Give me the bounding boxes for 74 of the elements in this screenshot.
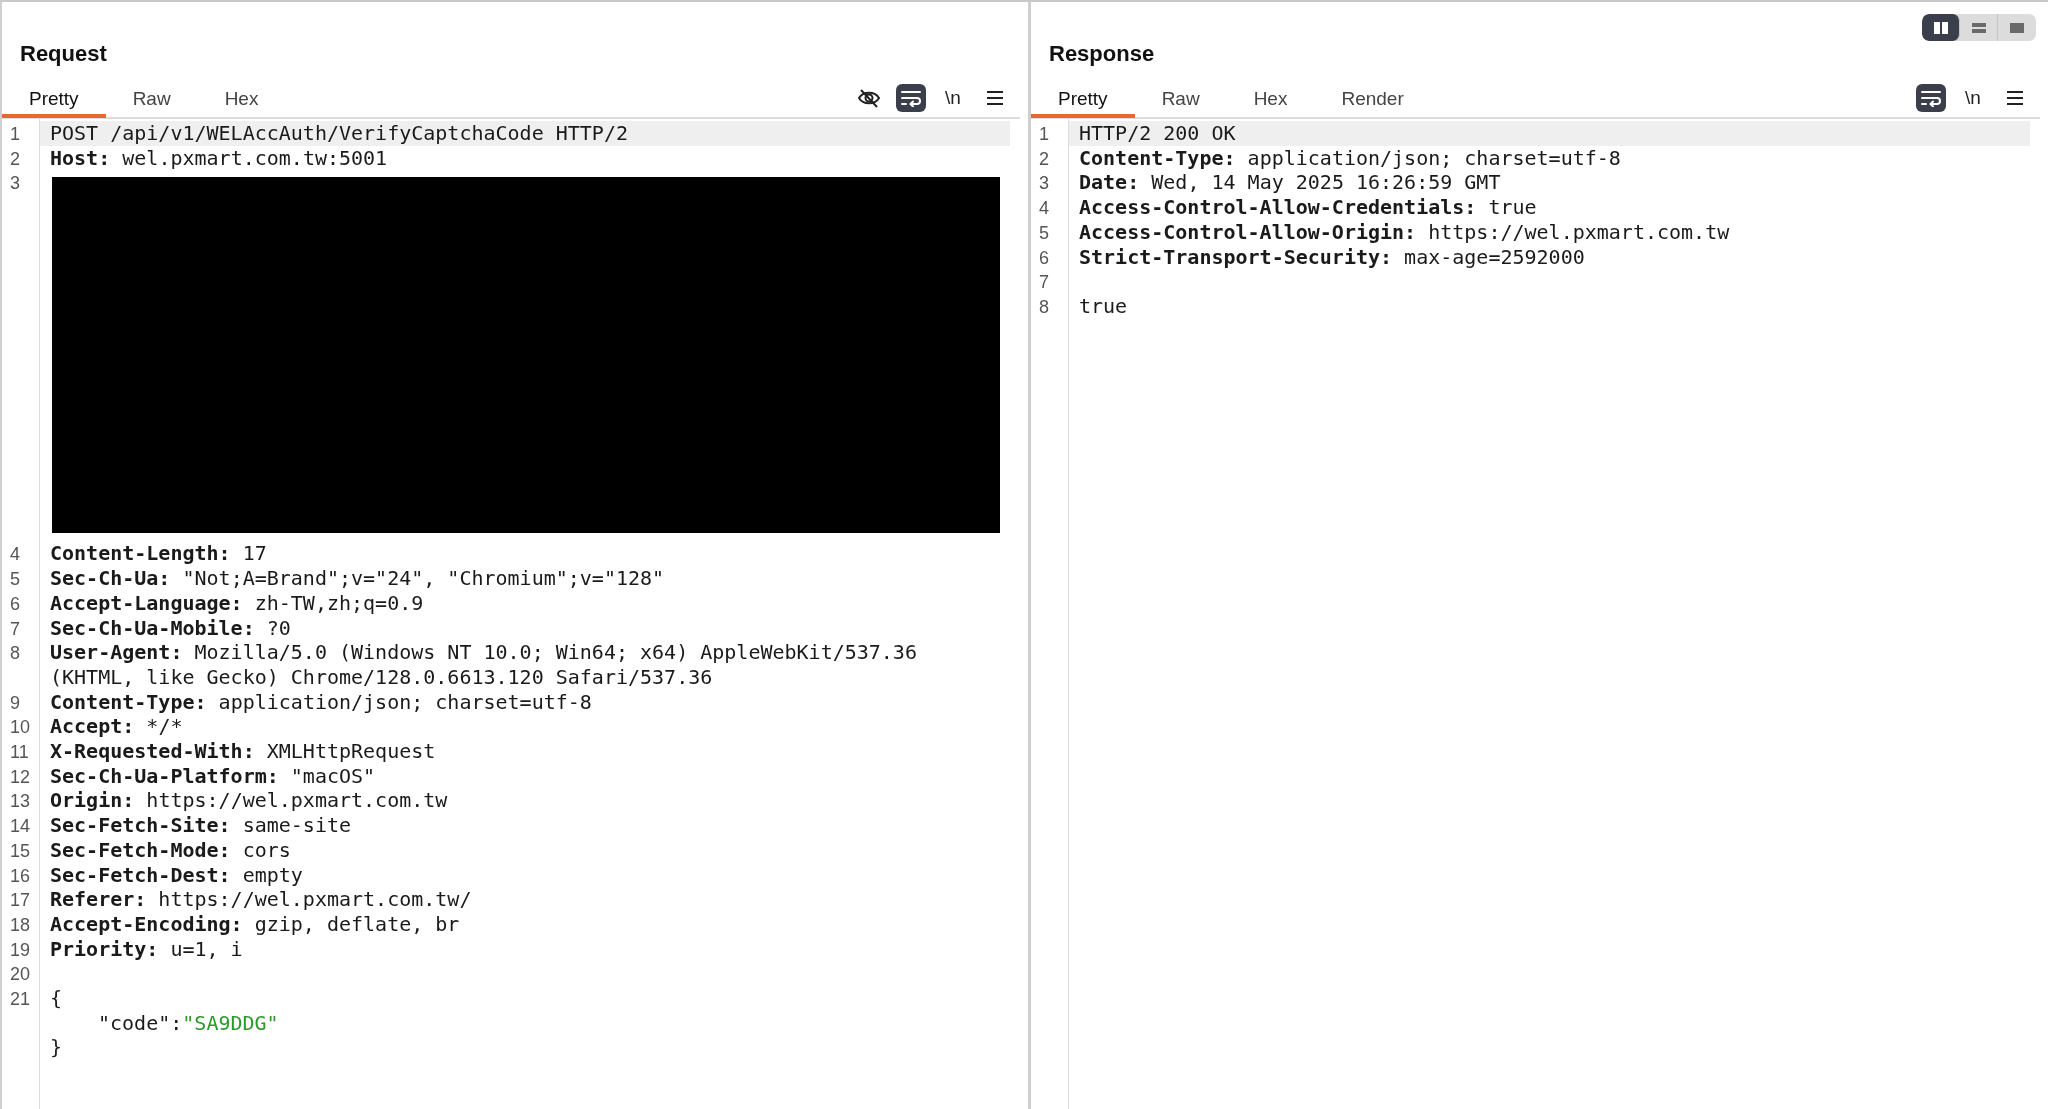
line-number: 20	[9, 963, 32, 987]
line-number: 9	[9, 691, 21, 715]
text-wrap-button[interactable]	[896, 84, 926, 112]
code-line: Origin: https://wel.pxmart.com.tw	[49, 788, 448, 814]
line-number: 10	[9, 716, 32, 740]
line-number: 17	[9, 889, 32, 912]
line-number: 2	[9, 147, 21, 171]
code-line: Accept: */*	[49, 714, 183, 740]
eye-slash-icon	[857, 87, 881, 109]
line-number: 12	[9, 765, 32, 789]
line-number: 5	[9, 568, 21, 591]
line-number: 8	[9, 642, 21, 665]
single-layout-icon	[2009, 20, 2025, 35]
code-line: Content-Type: application/json; charset=utf-8	[49, 689, 592, 715]
code-line: Access-Control-Allow-Credentials: true	[1078, 195, 1537, 220]
code-line: Strict-Transport-Security: max-age=2592000	[1078, 244, 1585, 270]
code-line: Host: wel.pxmart.com.tw:5001	[49, 145, 388, 171]
line-number: 6	[1038, 246, 1050, 270]
line-number: 19	[9, 938, 32, 962]
tab[interactable]: Render	[1314, 80, 1431, 118]
line-number: 4	[9, 543, 21, 567]
line-number: 11	[9, 741, 30, 764]
tab[interactable]: Hex	[197, 80, 286, 118]
code-line: Sec-Ch-Ua-Platform: "macOS"	[49, 763, 376, 789]
code-line: Access-Control-Allow-Origin: https://wel.pxmart.com.tw	[1078, 219, 1730, 245]
wrap-lines-icon	[1920, 89, 1942, 107]
line-number: 21	[9, 988, 32, 1011]
code-line: Accept-Language: zh-TW,zh;q=0.9	[49, 590, 424, 616]
line-number: 1	[1038, 123, 1050, 146]
code-line: Accept-Encoding: gzip, deflate, br	[49, 911, 460, 937]
rows-layout-icon	[1970, 20, 1987, 35]
tab[interactable]: Raw	[105, 80, 198, 118]
code-line: Referer: https://wel.pxmart.com.tw/	[49, 887, 472, 912]
code-line: Sec-Ch-Ua: "Not;A=Brand";v="24", "Chromium";v="128"	[49, 566, 665, 591]
line-number: 3	[1038, 172, 1050, 196]
line-number: 1	[9, 123, 21, 146]
line-number: 8	[1038, 295, 1050, 319]
code-line: {	[49, 986, 63, 1011]
line-number: 4	[1038, 197, 1050, 220]
code-line: Content-Length: 17	[49, 541, 267, 567]
code-line: X-Requested-With: XMLHttpRequest	[49, 739, 436, 764]
menu-icon	[986, 90, 1004, 106]
line-number: 16	[9, 864, 32, 888]
pane-title: Request	[20, 40, 107, 68]
line-number: 6	[9, 592, 21, 616]
line-number: 13	[9, 790, 32, 814]
code-line: Content-Type: application/json; charset=utf-8	[1078, 145, 1621, 171]
line-number: 3	[9, 172, 21, 196]
line-number: 18	[9, 913, 32, 937]
code-line: true	[1078, 293, 1128, 319]
line-number: 14	[9, 815, 32, 838]
line-number: 5	[1038, 221, 1050, 245]
code-line: }	[49, 1035, 63, 1061]
line-number: 2	[1038, 147, 1050, 171]
pane-title: Response	[1049, 40, 1155, 68]
layout-button[interactable]	[1922, 14, 1960, 41]
menu-icon	[2006, 90, 2024, 106]
line-number: 15	[9, 839, 32, 863]
line-number: 7	[1038, 271, 1050, 294]
code-line: Sec-Ch-Ua-Mobile: ?0	[49, 615, 291, 641]
tab[interactable]: Hex	[1226, 80, 1315, 118]
code-line: Date: Wed, 14 May 2025 16:26:59 GMT	[1078, 170, 1501, 196]
code-line: "code":"SA9DDG"	[97, 1010, 279, 1036]
tab[interactable]: Raw	[1134, 80, 1227, 118]
code-line: Sec-Fetch-Site: same-site	[49, 813, 352, 838]
newline-button[interactable]: \n	[1958, 84, 1988, 112]
code-line: Sec-Fetch-Mode: cors	[49, 837, 291, 863]
text-wrap-button[interactable]	[1916, 84, 1946, 112]
code-line: Priority: u=1, i	[49, 936, 243, 962]
newline-button[interactable]: \n	[938, 84, 968, 112]
line-number: 7	[9, 617, 21, 641]
wrap-lines-icon	[900, 89, 922, 107]
columns-layout-icon	[1932, 20, 1949, 35]
code-line: Sec-Fetch-Dest: empty	[49, 862, 303, 888]
